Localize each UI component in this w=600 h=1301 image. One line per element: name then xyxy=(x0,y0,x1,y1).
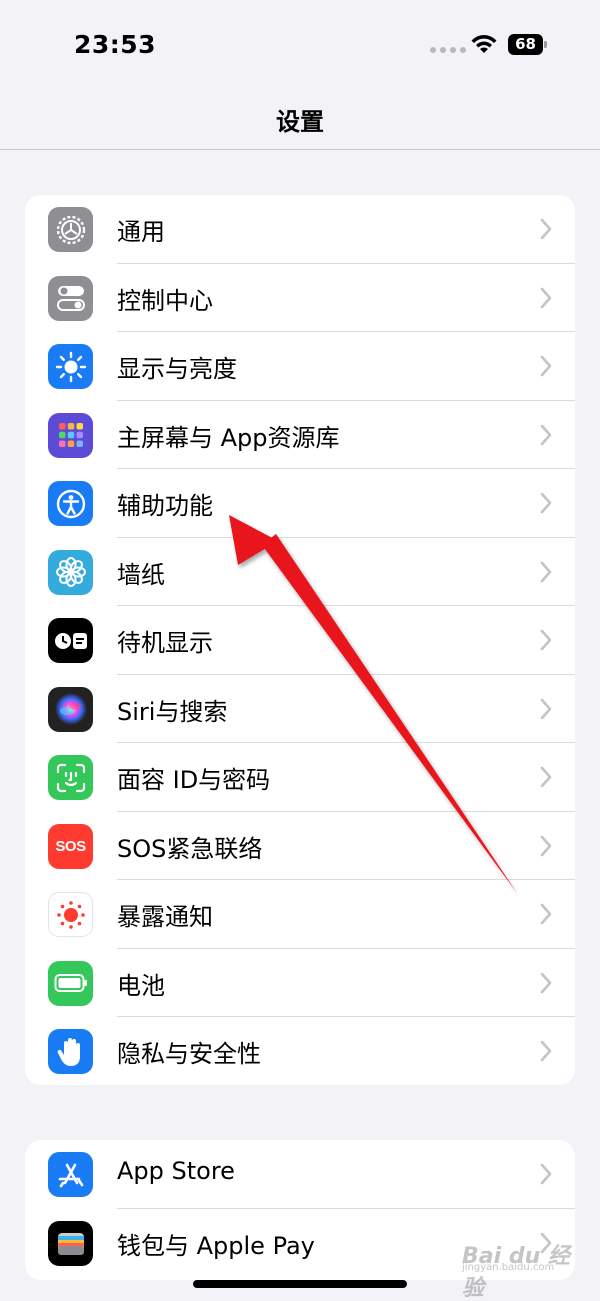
standby-icon xyxy=(48,618,93,663)
chevron-right-icon xyxy=(540,355,552,377)
chevron-right-icon xyxy=(540,287,552,308)
sos-icon: SOS xyxy=(48,823,93,869)
settings-row-display-brightness[interactable]: 显示与亮度 xyxy=(25,332,575,401)
navigation-bar: 设置 xyxy=(0,90,600,150)
home-indicator[interactable] xyxy=(193,1280,407,1288)
settings-row-label: 辅助功能 xyxy=(117,492,213,520)
sun-icon xyxy=(48,344,93,389)
toggles-icon xyxy=(48,275,93,321)
chevron-right-icon xyxy=(540,972,552,993)
chevron-right-icon xyxy=(540,218,552,240)
settings-row-home-screen[interactable]: 主屏幕与 App资源库 xyxy=(25,401,575,469)
app-grid-icon xyxy=(48,412,93,458)
siri-icon xyxy=(48,686,93,732)
settings-row-standby[interactable]: 待机显示 xyxy=(25,606,575,675)
hand-icon xyxy=(48,1029,93,1074)
chevron-right-icon xyxy=(540,1163,552,1185)
wifi-icon xyxy=(471,35,497,53)
settings-row-label: App Store xyxy=(117,1157,235,1185)
battery-percent: 68 xyxy=(515,35,536,53)
settings-row-control-center[interactable]: 控制中心 xyxy=(25,264,575,332)
chevron-right-icon xyxy=(540,903,552,925)
cellular-signal-icon xyxy=(430,47,466,53)
settings-row-label: SOS紧急联络 xyxy=(117,834,263,863)
settings-row-face-id-passcode[interactable]: 面容 ID与密码 xyxy=(25,743,575,812)
page-title: 设置 xyxy=(276,108,324,136)
exposure-icon xyxy=(48,892,93,937)
settings-row-label: 显示与亮度 xyxy=(117,355,237,383)
flower-icon xyxy=(48,549,93,595)
status-bar: 23:53 68 xyxy=(0,0,600,90)
face-id-icon xyxy=(48,755,93,800)
chevron-right-icon xyxy=(540,629,552,651)
settings-group-main: 通用 控制中心 显示与亮度 主屏幕与 App资源库 辅助功能 墙纸 待机显示 S… xyxy=(25,195,575,1085)
settings-row-label: 墙纸 xyxy=(117,560,165,589)
settings-row-label: 待机显示 xyxy=(117,629,213,657)
settings-row-label: 隐私与安全性 xyxy=(117,1040,261,1068)
accessibility-icon xyxy=(48,481,93,526)
settings-row-privacy-security[interactable]: 隐私与安全性 xyxy=(25,1017,575,1085)
settings-row-label: 主屏幕与 App资源库 xyxy=(117,423,340,452)
settings-row-battery[interactable]: 电池 xyxy=(25,949,575,1017)
baidu-watermark: Bai du 经验 jingyan.baidu.com xyxy=(462,1238,572,1301)
settings-row-wallpaper[interactable]: 墙纸 xyxy=(25,538,575,606)
settings-row-label: Siri与搜索 xyxy=(117,697,228,726)
settings-row-exposure-notifications[interactable]: 暴露通知 xyxy=(25,880,575,949)
chevron-right-icon xyxy=(540,698,552,719)
battery-status-icon: 68 xyxy=(508,34,548,55)
settings-row-emergency-sos[interactable]: SOS SOS紧急联络 xyxy=(25,812,575,880)
settings-row-label: 钱包与 Apple Pay xyxy=(117,1232,315,1260)
chevron-right-icon xyxy=(540,561,552,582)
settings-row-label: 电池 xyxy=(117,971,165,1000)
settings-row-label: 面容 ID与密码 xyxy=(117,766,271,794)
chevron-right-icon xyxy=(540,424,552,445)
app-store-icon xyxy=(48,1152,93,1197)
settings-row-general[interactable]: 通用 xyxy=(25,195,575,264)
settings-row-app-store[interactable]: App Store xyxy=(25,1140,575,1209)
chevron-right-icon xyxy=(540,766,552,788)
settings-row-label: 控制中心 xyxy=(117,286,213,315)
watermark-sub: jingyan.baidu.com xyxy=(462,1262,555,1273)
settings-row-siri-search[interactable]: Siri与搜索 xyxy=(25,675,575,743)
chevron-right-icon xyxy=(540,1040,552,1062)
wallet-icon xyxy=(48,1221,93,1266)
settings-row-label: 通用 xyxy=(117,218,165,246)
chevron-right-icon xyxy=(540,492,552,514)
settings-row-accessibility[interactable]: 辅助功能 xyxy=(25,469,575,538)
chevron-right-icon xyxy=(540,835,552,856)
status-time: 23:53 xyxy=(74,30,157,59)
battery-icon xyxy=(48,960,93,1006)
settings-row-label: 暴露通知 xyxy=(117,903,213,931)
gear-icon xyxy=(48,207,93,252)
